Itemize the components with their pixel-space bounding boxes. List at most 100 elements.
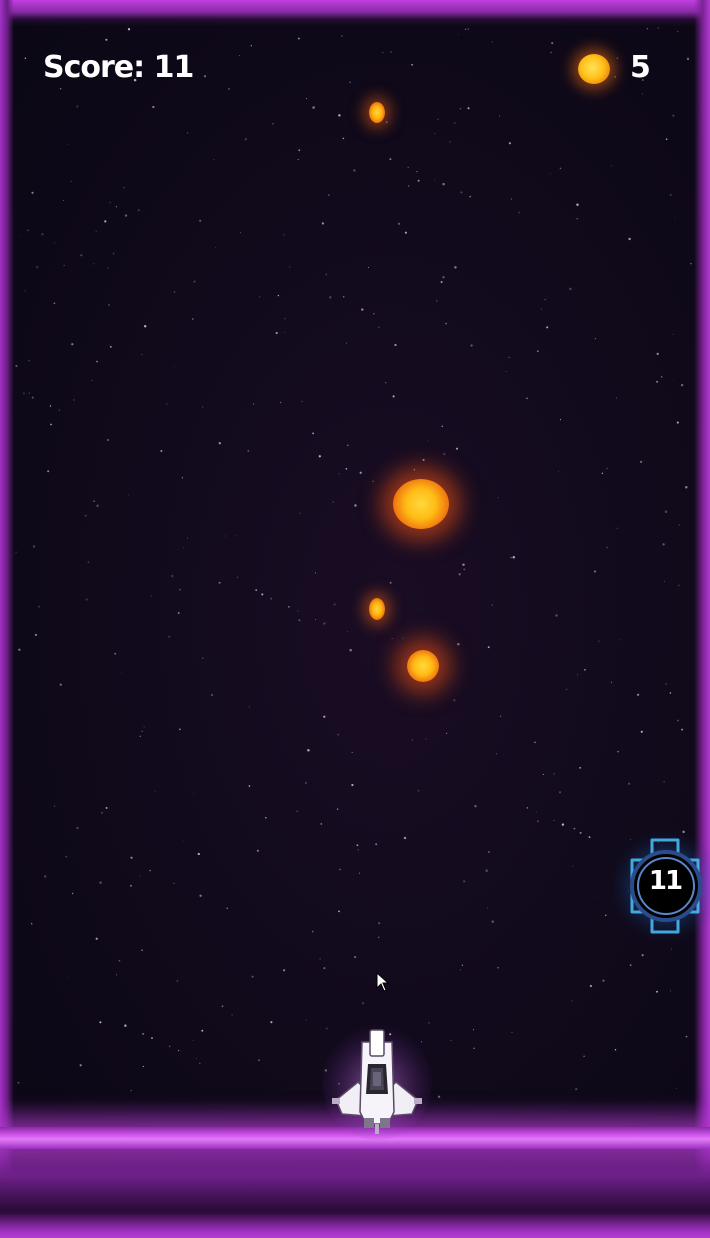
star [141,353,143,355]
star [215,247,217,249]
star [321,222,325,225]
star [87,561,90,563]
star [109,345,112,348]
star [510,198,512,200]
star [664,581,666,583]
star [105,38,108,41]
star [272,122,274,125]
star [495,753,497,755]
star [417,789,420,792]
star [598,640,600,642]
star [130,856,133,859]
star [540,308,542,310]
star [610,681,613,683]
star [109,202,111,203]
star [258,296,261,298]
star [283,234,285,236]
star [491,920,495,923]
star [407,185,410,187]
star [107,303,111,307]
star [559,419,562,421]
star [588,836,591,839]
star [192,1039,194,1042]
star [583,1055,585,1057]
star [320,823,322,825]
game-canvas[interactable]: Score: 11 5 11 [0,0,710,1238]
star [685,1035,688,1038]
star [474,804,477,808]
star [617,750,619,753]
star [413,469,416,471]
star [73,399,75,401]
star [296,810,298,813]
star [353,169,356,172]
star [24,290,26,292]
star [160,449,163,453]
star [65,855,68,858]
player-spaceship[interactable] [322,1020,432,1140]
star [579,766,582,769]
star [124,214,128,217]
star [318,455,321,458]
star [149,869,151,872]
star [49,405,52,407]
star [685,486,688,489]
star [411,738,414,741]
star [91,379,93,381]
bottom-border [0,1214,710,1238]
star [59,88,62,90]
star [333,603,336,606]
star [467,28,469,30]
star [665,138,668,141]
star [304,781,307,784]
star [150,595,152,597]
star [325,273,327,275]
star [199,219,202,222]
star [605,914,607,917]
star [338,114,341,117]
star [192,318,194,320]
star [551,42,554,45]
star [462,563,465,566]
star [345,342,347,344]
star [202,406,204,408]
star [176,980,179,982]
star [27,229,29,232]
star [449,141,451,143]
star [425,738,427,740]
star [53,302,56,305]
star [166,403,168,405]
star [54,805,56,807]
star [231,1014,233,1016]
star [628,237,631,241]
star [676,421,679,424]
star [674,217,676,219]
star [247,449,250,452]
star [279,401,282,404]
star [20,234,22,236]
star [28,392,30,394]
star [299,512,301,514]
star [341,35,343,37]
star [536,350,539,353]
star [558,470,560,472]
star [672,380,674,382]
star [372,312,375,315]
star [251,975,254,978]
star [93,500,95,503]
star [442,276,445,279]
fireball [393,479,449,529]
star [473,1029,475,1031]
star [546,326,549,329]
star [104,220,107,223]
star [353,955,357,959]
star [577,674,579,676]
star [123,187,125,189]
star [662,543,665,546]
star [76,105,79,108]
star [572,865,574,867]
star [47,470,50,473]
star [678,584,680,587]
star [96,360,98,363]
star [459,107,462,110]
